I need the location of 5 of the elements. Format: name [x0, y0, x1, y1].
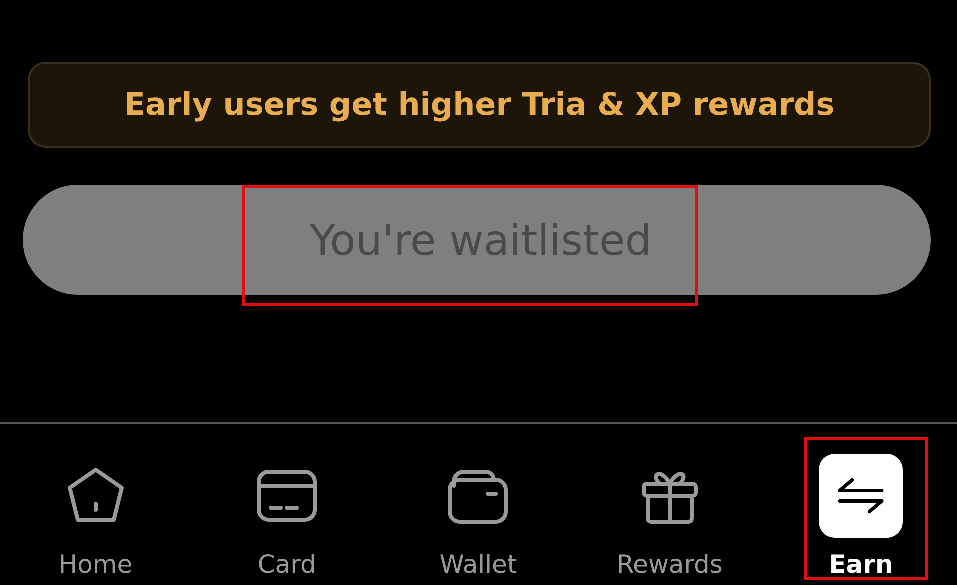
nav-tab[interactable]: Rewards — [616, 452, 723, 579]
nav-tab[interactable]: Home — [54, 452, 138, 579]
nav-tab[interactable]: Card — [245, 452, 330, 579]
nav-tab[interactable]: Wallet — [436, 452, 520, 579]
promo-banner: Early users get higher Tria & XP rewards — [28, 62, 931, 148]
